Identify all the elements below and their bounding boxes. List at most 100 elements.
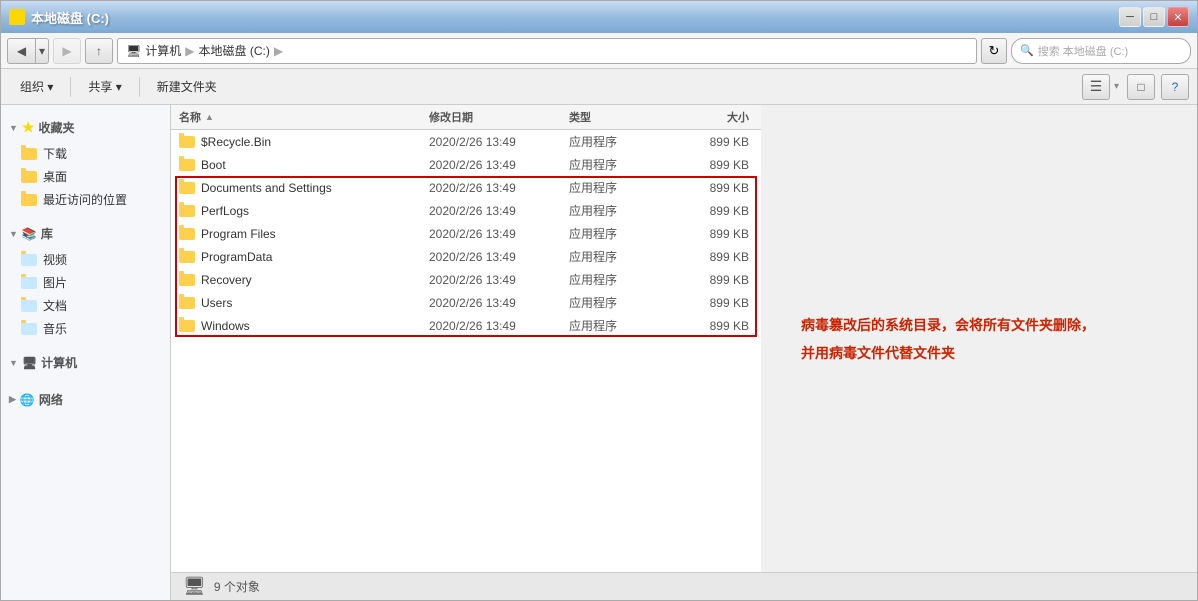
file-type-cell: 应用程序	[569, 133, 669, 150]
file-date-cell: 2020/2/26 13:49	[429, 319, 569, 333]
view-dropdown-icon[interactable]: ▾	[1112, 81, 1121, 92]
minimize-button[interactable]: ─	[1119, 7, 1141, 27]
file-name-text: Windows	[201, 319, 250, 333]
computer-header[interactable]: ▼ 🖥 计算机	[1, 348, 170, 377]
help-button[interactable]: ?	[1161, 74, 1189, 100]
breadcrumb-sep1: ▶	[185, 44, 194, 58]
table-row[interactable]: Program Files 2020/2/26 13:49 应用程序 899 K…	[171, 222, 761, 245]
folder-icon-video	[21, 254, 37, 266]
search-bar[interactable]: 🔍 搜索 本地磁盘 (C:)	[1011, 38, 1191, 64]
file-name-cell: Recovery	[179, 273, 429, 287]
computer-icon: 🖥	[22, 356, 37, 370]
sidebar-item-documents[interactable]: 文档	[1, 294, 170, 317]
right-panel: 名称 ▲ 修改日期 类型 大小	[171, 105, 1197, 600]
sidebar-item-music[interactable]: 音乐	[1, 317, 170, 340]
title-bar-left: 本地磁盘 (C:)	[9, 8, 109, 27]
table-row[interactable]: PerfLogs 2020/2/26 13:49 应用程序 899 KB	[171, 199, 761, 222]
file-type-cell: 应用程序	[569, 202, 669, 219]
file-date-cell: 2020/2/26 13:49	[429, 135, 569, 149]
file-type-cell: 应用程序	[569, 317, 669, 334]
search-placeholder: 搜索 本地磁盘 (C:)	[1038, 43, 1128, 59]
file-size-cell: 899 KB	[669, 296, 749, 310]
table-row[interactable]: Windows 2020/2/26 13:49 应用程序 899 KB	[171, 314, 761, 337]
sidebar-item-downloads[interactable]: 下载	[1, 142, 170, 165]
favorites-header[interactable]: ▼ ★ 收藏夹	[1, 113, 170, 142]
folder-icon-documents	[21, 300, 37, 312]
sidebar-item-recent[interactable]: 最近访问的位置	[1, 188, 170, 211]
sidebar-item-desktop[interactable]: 桌面	[1, 165, 170, 188]
title-bar: 本地磁盘 (C:) ─ □ ✕	[1, 1, 1197, 33]
favorites-triangle: ▼	[9, 123, 18, 133]
address-bar: ◀ ▾ ▶ ↑ 🖥 计算机 ▶ 本地磁盘 (C:) ▶ ↻ 🔍 搜索 本地磁盘 …	[1, 33, 1197, 69]
back-button[interactable]: ◀	[7, 38, 35, 64]
folder-icon	[179, 205, 195, 217]
breadcrumb-computer[interactable]: 计算机	[145, 42, 181, 59]
table-row[interactable]: Boot 2020/2/26 13:49 应用程序 899 KB	[171, 153, 761, 176]
header-size[interactable]: 大小	[669, 109, 749, 125]
file-type-cell: 应用程序	[569, 271, 669, 288]
window-icon	[9, 9, 25, 25]
forward-button[interactable]: ▶	[53, 38, 81, 64]
library-label: 库	[41, 225, 53, 242]
file-name-cell: PerfLogs	[179, 204, 429, 218]
header-name[interactable]: 名称 ▲	[179, 109, 429, 125]
network-header[interactable]: ▶ 🌐 网络	[1, 385, 170, 414]
preview-button[interactable]: □	[1127, 74, 1155, 100]
window-title: 本地磁盘 (C:)	[31, 8, 109, 27]
file-size-cell: 899 KB	[669, 250, 749, 264]
sidebar-item-video[interactable]: 视频	[1, 248, 170, 271]
file-date-cell: 2020/2/26 13:49	[429, 273, 569, 287]
file-name-cell: $Recycle.Bin	[179, 135, 429, 149]
file-name-cell: Documents and Settings	[179, 181, 429, 195]
toolbar-sep1	[70, 77, 71, 97]
sidebar-item-pictures[interactable]: 图片	[1, 271, 170, 294]
breadcrumb-computer-icon: 🖥	[126, 44, 141, 58]
title-bar-buttons: ─ □ ✕	[1119, 7, 1189, 27]
table-row[interactable]: Documents and Settings 2020/2/26 13:49 应…	[171, 176, 761, 199]
close-button[interactable]: ✕	[1167, 7, 1189, 27]
star-icon: ★	[22, 119, 35, 136]
network-section: ▶ 🌐 网络	[1, 385, 170, 414]
file-name-cell: Boot	[179, 158, 429, 172]
share-button[interactable]: 共享 ▾	[77, 73, 132, 101]
table-row[interactable]: $Recycle.Bin 2020/2/26 13:49 应用程序 899 KB	[171, 130, 761, 153]
organize-button[interactable]: 组织 ▾	[9, 73, 64, 101]
file-name-text: Boot	[201, 158, 226, 172]
file-name-text: $Recycle.Bin	[201, 135, 271, 149]
refresh-button[interactable]: ↻	[981, 38, 1007, 64]
annotation-line2: 并用病毒文件代替文件夹	[801, 339, 955, 367]
file-size-cell: 899 KB	[669, 135, 749, 149]
file-size-cell: 899 KB	[669, 204, 749, 218]
folder-icon	[179, 182, 195, 194]
header-type-label: 类型	[569, 112, 591, 124]
new-folder-button[interactable]: 新建文件夹	[146, 73, 228, 101]
folder-icon-pictures	[21, 277, 37, 289]
breadcrumb-bar[interactable]: 🖥 计算机 ▶ 本地磁盘 (C:) ▶	[117, 38, 977, 64]
favorites-section: ▼ ★ 收藏夹 下载 桌面 最近访问的位置	[1, 113, 170, 211]
folder-icon	[179, 297, 195, 309]
annotation-panel: 病毒篡改后的系统目录，会将所有文件夹删除， 并用病毒文件代替文件夹	[761, 105, 1197, 572]
table-row[interactable]: Users 2020/2/26 13:49 应用程序 899 KB	[171, 291, 761, 314]
file-name-cell: Users	[179, 296, 429, 310]
file-name-text: Documents and Settings	[201, 181, 332, 195]
folder-icon-music	[21, 323, 37, 335]
network-label: 网络	[39, 391, 63, 408]
table-row[interactable]: ProgramData 2020/2/26 13:49 应用程序 899 KB	[171, 245, 761, 268]
status-bar: 🖥 9 个对象	[171, 572, 1197, 600]
breadcrumb-sep2: ▶	[274, 44, 283, 58]
library-header[interactable]: ▼ 📚 库	[1, 219, 170, 248]
up-button[interactable]: ↑	[85, 38, 113, 64]
maximize-button[interactable]: □	[1143, 7, 1165, 27]
header-date[interactable]: 修改日期	[429, 109, 569, 125]
computer-triangle: ▼	[9, 358, 18, 368]
header-type[interactable]: 类型	[569, 109, 669, 125]
file-area: 名称 ▲ 修改日期 类型 大小	[171, 105, 761, 572]
folder-icon-recent	[21, 194, 37, 206]
view-buttons: ☰ ▾ □ ?	[1082, 74, 1189, 100]
back-dropdown[interactable]: ▾	[35, 38, 49, 64]
folder-icon	[179, 159, 195, 171]
view-toggle-button[interactable]: ☰	[1082, 74, 1110, 100]
table-row[interactable]: Recovery 2020/2/26 13:49 应用程序 899 KB	[171, 268, 761, 291]
breadcrumb-drive[interactable]: 本地磁盘 (C:)	[198, 42, 269, 59]
status-icon: 🖥	[183, 576, 206, 597]
